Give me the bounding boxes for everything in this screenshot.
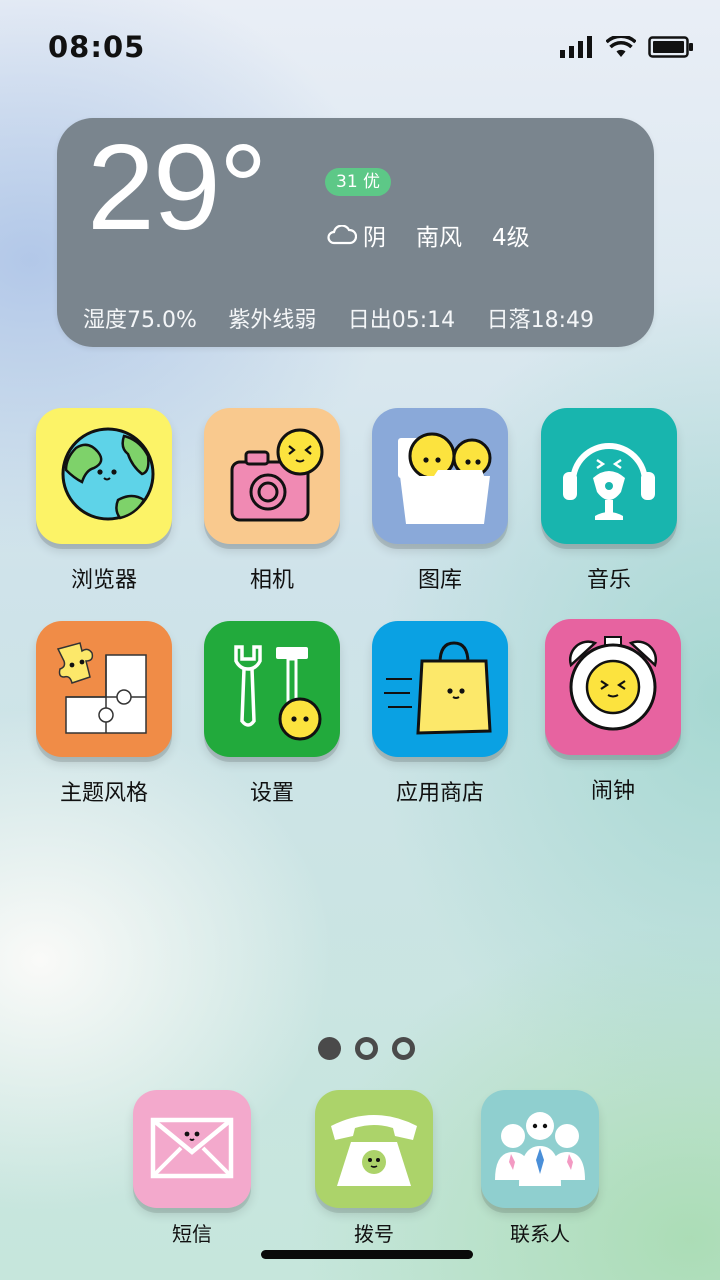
sunset: 日落18:49: [486, 308, 594, 333]
condition-text: 阴: [363, 225, 386, 251]
app-label: 相机: [249, 568, 294, 593]
status-bar: 08:05: [0, 0, 720, 100]
page-dot-1[interactable]: [318, 1037, 341, 1060]
app-gallery[interactable]: 图库: [370, 408, 510, 594]
app-tile[interactable]: [372, 408, 508, 544]
app-label: 设置: [249, 781, 294, 806]
app-label: 浏览器: [70, 568, 137, 593]
status-icons: [560, 36, 694, 58]
puzzle-icon: [56, 642, 147, 734]
wifi-icon: [606, 36, 636, 57]
page-dot-3[interactable]: [392, 1037, 415, 1060]
dock-label: 短信: [172, 1222, 212, 1246]
app-label: 主题风格: [59, 781, 148, 806]
dock-tile[interactable]: [133, 1090, 251, 1208]
temperature: 29°: [87, 119, 267, 255]
app-tile[interactable]: [372, 621, 508, 757]
tools-icon: [234, 645, 322, 741]
camera-icon: [230, 428, 324, 522]
app-camera[interactable]: 相机: [202, 408, 342, 594]
app-alarm[interactable]: 闹钟: [543, 619, 683, 805]
contacts-icon: [495, 1112, 585, 1186]
envelope-icon: [150, 1117, 234, 1179]
dock-contacts[interactable]: 联系人: [475, 1090, 605, 1247]
sunrise: 日出05:14: [347, 308, 456, 333]
page-indicator[interactable]: [318, 1037, 415, 1060]
battery-icon: [648, 36, 693, 58]
alarm-clock-icon: [568, 636, 658, 731]
weather-widget[interactable]: 29° 31 优 阴 南风 4级 湿度75.0% 紫外线弱 日出05:14 日落…: [57, 118, 654, 347]
app-browser[interactable]: 浏览器: [34, 408, 174, 594]
folder-icon: [398, 432, 492, 524]
wind-direction: 南风: [416, 225, 462, 251]
dock-messages[interactable]: 短信: [127, 1090, 257, 1247]
weather-stats: 湿度75.0% 紫外线弱 日出05:14 日落18:49: [83, 302, 594, 334]
globe-icon: [61, 427, 155, 521]
app-settings[interactable]: 设置: [202, 621, 342, 807]
cloud-icon: [327, 225, 357, 245]
dock-label: 拨号: [354, 1222, 394, 1246]
app-music[interactable]: 音乐: [539, 408, 679, 594]
page-dot-2[interactable]: [355, 1037, 378, 1060]
app-label: 图库: [417, 568, 462, 593]
weather-condition: 阴 南风 4级: [327, 218, 530, 252]
dock-tile[interactable]: [315, 1090, 433, 1208]
app-tile[interactable]: [36, 408, 172, 544]
telephone-icon: [331, 1115, 417, 1186]
cellular-signal-icon: [560, 36, 592, 58]
app-theme[interactable]: 主题风格: [34, 621, 174, 807]
home-indicator[interactable]: [261, 1250, 473, 1259]
wind-level: 4级: [492, 225, 530, 251]
app-tile[interactable]: [541, 408, 677, 544]
app-tile[interactable]: [545, 619, 681, 755]
app-label: 应用商店: [395, 781, 484, 806]
uv-index: 紫外线弱: [228, 308, 317, 333]
dock-label: 联系人: [510, 1222, 570, 1246]
aqi-badge: 31 优: [325, 168, 392, 196]
humidity: 湿度75.0%: [83, 308, 197, 333]
headphones-icon: [563, 443, 655, 520]
shopping-bag-icon: [384, 641, 492, 735]
dock-tile[interactable]: [481, 1090, 599, 1208]
app-store[interactable]: 应用商店: [370, 621, 510, 807]
app-tile[interactable]: [204, 621, 340, 757]
app-tile[interactable]: [36, 621, 172, 757]
app-label: 闹钟: [590, 779, 635, 804]
app-tile[interactable]: [204, 408, 340, 544]
status-time: 08:05: [48, 30, 146, 64]
app-label: 音乐: [586, 568, 631, 593]
dock-phone[interactable]: 拨号: [309, 1090, 439, 1247]
